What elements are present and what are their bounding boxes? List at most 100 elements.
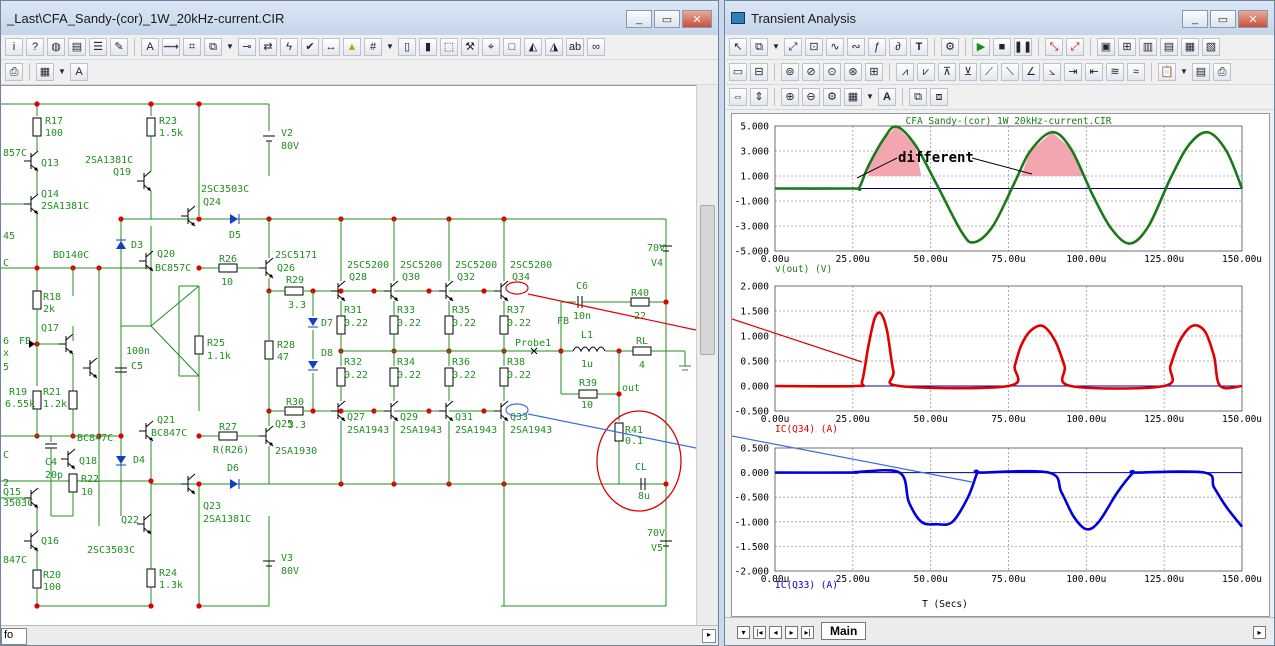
- zoom-box-icon[interactable]: ⊡: [805, 38, 823, 56]
- clipboard-icon[interactable]: 📋: [1158, 63, 1176, 81]
- printer-icon[interactable]: ⎙: [5, 63, 23, 81]
- text-tool-icon[interactable]: A: [141, 38, 159, 56]
- peak-icon[interactable]: ⩘: [896, 63, 914, 81]
- low-icon[interactable]: ⊻: [959, 63, 977, 81]
- cursor2-icon[interactable]: ⤢: [1066, 38, 1084, 56]
- wire-tool-icon[interactable]: ⟿: [162, 38, 180, 56]
- properties-icon[interactable]: ⚙: [941, 38, 959, 56]
- list-icon[interactable]: ☰: [89, 38, 107, 56]
- zoom-out-icon[interactable]: ⊖: [802, 88, 820, 106]
- page-icon[interactable]: ▤: [1192, 63, 1210, 81]
- close-button[interactable]: ✕: [682, 10, 712, 28]
- settings-icon[interactable]: ⚙: [823, 88, 841, 106]
- pin-icon[interactable]: ⊸: [238, 38, 256, 56]
- check-icon[interactable]: ✎: [110, 38, 128, 56]
- wave-icon[interactable]: ≋: [1106, 63, 1124, 81]
- vertical-scrollbar[interactable]: [696, 85, 718, 627]
- copy-plot-icon[interactable]: ⧉: [909, 88, 927, 106]
- data-icon[interactable]: ⊞: [865, 63, 883, 81]
- select-icon[interactable]: ⬚: [440, 38, 458, 56]
- arrows-icon[interactable]: ⇄: [259, 38, 277, 56]
- scroll-right-icon[interactable]: ▸: [1253, 626, 1266, 639]
- first-page-icon[interactable]: ▾: [737, 626, 750, 639]
- fall-icon[interactable]: ⟍: [1001, 63, 1019, 81]
- slope-icon[interactable]: ∠: [1022, 63, 1040, 81]
- frame-icon[interactable]: ▣: [1097, 38, 1115, 56]
- fit-x-icon[interactable]: ⇔: [729, 88, 747, 106]
- schematic-canvas[interactable]: R17 100 R23 1.5k V2 80V Q13 857C 2SA1381C Q19 Q14 2…: [1, 85, 697, 627]
- tab-info[interactable]: fo: [1, 628, 27, 645]
- properties-icon[interactable]: ▤: [68, 38, 86, 56]
- paste-plot-icon[interactable]: ⧈: [930, 88, 948, 106]
- back-page-icon[interactable]: ◂: [769, 626, 782, 639]
- scroll-thumb[interactable]: [700, 205, 715, 355]
- checkmark-icon[interactable]: ✔: [301, 38, 319, 56]
- flip-icon[interactable]: ◮: [545, 38, 563, 56]
- component-icon[interactable]: ◍: [47, 38, 65, 56]
- find-icon[interactable]: ab: [566, 38, 584, 56]
- plot-area[interactable]: CFA_Sandy-(cor)_1W_20kHz-current.CIR 5.00…: [731, 113, 1270, 617]
- zoom-y-icon[interactable]: ⊙: [823, 63, 841, 81]
- help-icon[interactable]: ?: [26, 38, 44, 56]
- tab-main[interactable]: Main: [821, 622, 867, 640]
- layout-dropdown-icon[interactable]: ▼: [57, 63, 67, 81]
- diff-icon[interactable]: ∂: [889, 38, 907, 56]
- copy-icon[interactable]: ⧉: [750, 38, 768, 56]
- layout-icon[interactable]: ▭: [729, 63, 747, 81]
- copy-dropdown-icon[interactable]: ▼: [771, 38, 781, 56]
- wave2-icon[interactable]: ≈: [1127, 63, 1145, 81]
- zoom-x-icon[interactable]: ⊘: [802, 63, 820, 81]
- node-tool-icon[interactable]: ⌗: [183, 38, 201, 56]
- run-icon[interactable]: ▶: [972, 38, 990, 56]
- clipboard-dropdown-icon[interactable]: ▼: [1179, 63, 1189, 81]
- zoom-in-icon[interactable]: ⊕: [781, 88, 799, 106]
- pointer-icon[interactable]: ↖: [729, 38, 747, 56]
- mirror-icon[interactable]: ◭: [524, 38, 542, 56]
- valley-icon[interactable]: ⩗: [917, 63, 935, 81]
- tools-icon[interactable]: ⚒: [461, 38, 479, 56]
- high-icon[interactable]: ⊼: [938, 63, 956, 81]
- minimize-button[interactable]: _: [1182, 10, 1208, 28]
- slope2-icon[interactable]: ⦣: [1043, 63, 1061, 81]
- prev-icon[interactable]: ⇤: [1085, 63, 1103, 81]
- panel4-icon[interactable]: ▧: [1202, 38, 1220, 56]
- prev-page-icon[interactable]: |◂: [753, 626, 766, 639]
- next-icon[interactable]: ⇥: [1064, 63, 1082, 81]
- cursor-icon[interactable]: ⤡: [1045, 38, 1063, 56]
- zoom-fit-icon[interactable]: ⊛: [844, 63, 862, 81]
- minimize-button[interactable]: _: [626, 10, 652, 28]
- font-icon[interactable]: A: [70, 63, 88, 81]
- frame-icon[interactable]: ⌖: [482, 38, 500, 56]
- panel3-icon[interactable]: ▦: [1181, 38, 1199, 56]
- scroll-right-icon[interactable]: ▸: [702, 629, 716, 643]
- grid-icon[interactable]: #: [364, 38, 382, 56]
- layout2-icon[interactable]: ⊟: [750, 63, 768, 81]
- shape-tool-icon[interactable]: ⧉: [204, 38, 222, 56]
- forward-page-icon[interactable]: ▸: [785, 626, 798, 639]
- flash-icon[interactable]: ϟ: [280, 38, 298, 56]
- page2-icon[interactable]: ▮: [419, 38, 437, 56]
- print-icon[interactable]: ⎙: [1213, 63, 1231, 81]
- panel-icon[interactable]: ▥: [1139, 38, 1157, 56]
- scale-icon[interactable]: ⤢: [784, 38, 802, 56]
- dropdown-icon[interactable]: ▼: [225, 38, 235, 56]
- zoom-reset-icon[interactable]: ⊚: [781, 63, 799, 81]
- pause-icon[interactable]: ❚❚: [1014, 38, 1032, 56]
- close-button[interactable]: ✕: [1238, 10, 1268, 28]
- stop-icon[interactable]: ■: [993, 38, 1011, 56]
- restore-button[interactable]: ▭: [654, 10, 680, 28]
- font-icon[interactable]: A: [878, 88, 896, 106]
- restore-button[interactable]: ▭: [1210, 10, 1236, 28]
- panel2-icon[interactable]: ▤: [1160, 38, 1178, 56]
- warning-icon[interactable]: ▲: [343, 38, 361, 56]
- grid-icon[interactable]: ⊞: [1118, 38, 1136, 56]
- grid-dropdown-icon[interactable]: ▼: [385, 38, 395, 56]
- layout-dropdown-icon[interactable]: ▼: [865, 88, 875, 106]
- red-arrows-icon[interactable]: ↔: [322, 38, 340, 56]
- last-page-icon[interactable]: ▸|: [801, 626, 814, 639]
- curve2-icon[interactable]: ∾: [847, 38, 865, 56]
- curve-icon[interactable]: ∿: [826, 38, 844, 56]
- page-icon[interactable]: ▯: [398, 38, 416, 56]
- formula-icon[interactable]: ƒ: [868, 38, 886, 56]
- rise-icon[interactable]: ⟋: [980, 63, 998, 81]
